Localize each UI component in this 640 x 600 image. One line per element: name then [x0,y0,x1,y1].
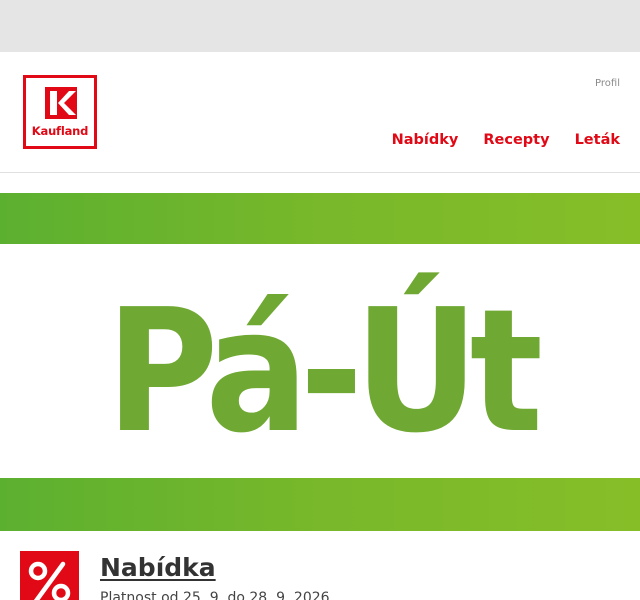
logo-wordmark: Kaufland [31,124,89,138]
site-header: Kaufland Profil Nabídky Recepty Leták [0,52,640,173]
nav-item-letak[interactable]: Leták [575,132,620,148]
nav-item-nabidky[interactable]: Nabídky [392,132,459,148]
percent-icon [20,551,79,600]
kaufland-logo[interactable]: Kaufland [23,75,97,149]
promo-banner[interactable]: Pá-Út [0,193,640,531]
banner-stripe-bottom [0,478,640,531]
kaufland-k-icon [45,87,77,119]
nav-item-recepty[interactable]: Recepty [483,132,549,148]
profile-link[interactable]: Profil [595,78,620,89]
main-nav: Nabídky Recepty Leták [392,132,620,148]
browser-top-bar [0,0,640,52]
banner-headline-text: Pá-Út [106,272,540,471]
offer-validity: Platnost od 25. 9. do 28. 9. 2026 [100,590,330,600]
offer-section: Nabídka Platnost od 25. 9. do 28. 9. 202… [0,531,640,600]
banner-headline: Pá-Út [106,272,550,471]
offer-title-link[interactable]: Nabídka [100,553,216,582]
banner-stripe-top [0,193,640,244]
